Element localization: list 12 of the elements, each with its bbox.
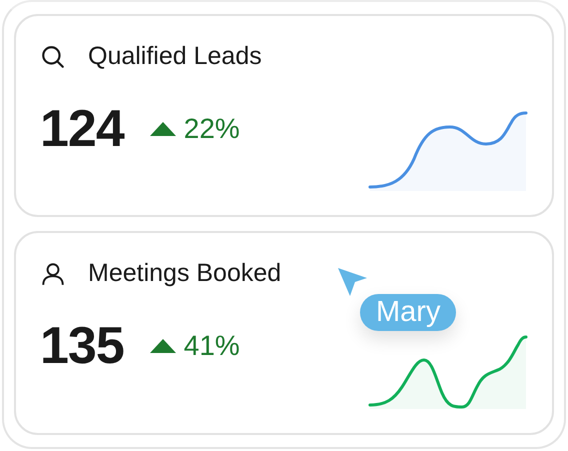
card-title: Meetings Booked	[88, 259, 282, 288]
card-title: Qualified Leads	[88, 42, 262, 71]
person-icon	[40, 260, 66, 286]
change-percent: 41%	[184, 330, 240, 362]
metric-value: 135	[40, 316, 124, 376]
cursor-arrow-icon	[338, 268, 368, 298]
metric-value: 124	[40, 99, 124, 159]
up-triangle-icon	[150, 339, 176, 353]
user-name-tag: Mary	[360, 294, 456, 331]
up-triangle-icon	[150, 122, 176, 136]
search-icon	[40, 44, 66, 70]
change-percent: 22%	[184, 113, 240, 145]
